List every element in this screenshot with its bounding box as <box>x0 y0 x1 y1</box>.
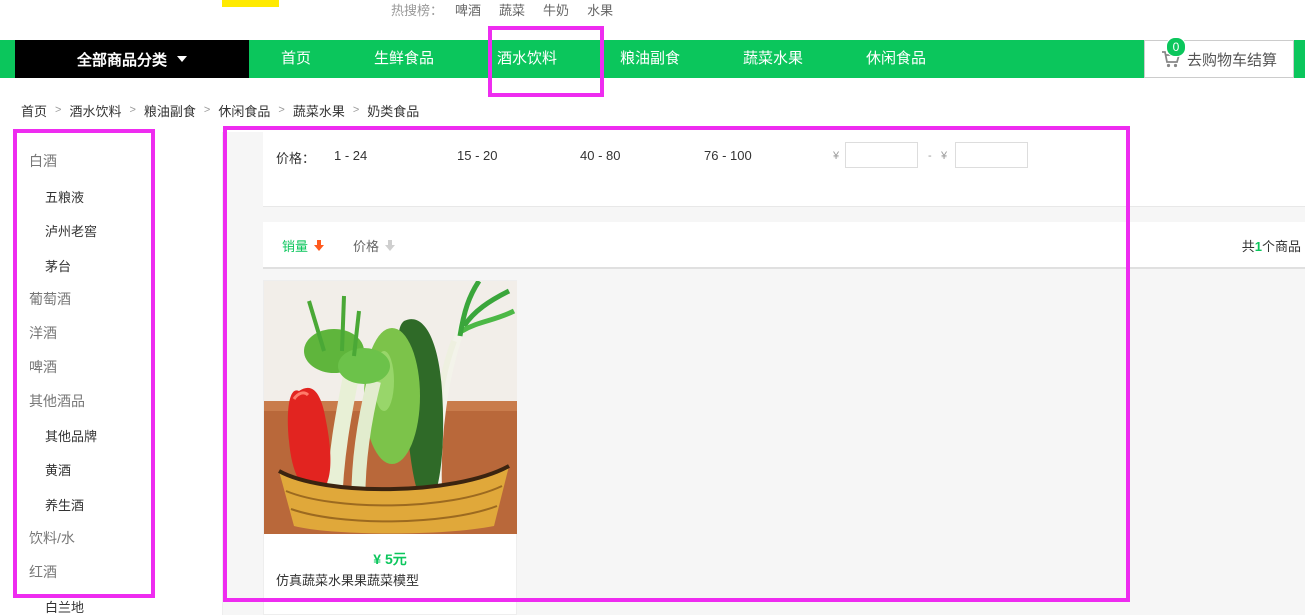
sidebar-subcategory[interactable]: 养生酒 <box>45 495 84 514</box>
sidebar-category[interactable]: 红酒 <box>29 562 57 582</box>
price-filter-panel <box>263 132 1305 207</box>
nav-item-veg-fruit[interactable]: 蔬菜水果 <box>743 40 803 78</box>
breadcrumb-item[interactable]: 休闲食品 <box>218 101 270 120</box>
hot-search-keyword[interactable]: 水果 <box>587 0 613 19</box>
min-price-input[interactable] <box>845 142 918 168</box>
sidebar-subcategory[interactable]: 黄酒 <box>45 460 71 479</box>
sidebar-subcategory[interactable]: 茅台 <box>45 256 71 275</box>
chevron-right-icon: > <box>352 104 360 116</box>
price-range-option[interactable]: 76 - 100 <box>704 148 752 163</box>
price-range-option[interactable]: 40 - 80 <box>580 148 620 163</box>
arrow-down-icon <box>314 239 325 251</box>
currency-symbol: ¥ <box>833 150 840 162</box>
count-prefix: 共 <box>1241 239 1255 254</box>
chevron-right-icon: > <box>278 104 285 116</box>
chevron-right-icon: > <box>55 104 62 116</box>
price-filter-label: 价格： <box>276 151 316 166</box>
product-image[interactable] <box>264 281 517 534</box>
sort-price-label: 价格 <box>353 239 380 254</box>
sidebar-subcategory[interactable]: 五粮液 <box>45 187 84 206</box>
nav-item-snacks[interactable]: 休闲食品 <box>866 40 926 78</box>
breadcrumb-item[interactable]: 酒水饮料 <box>69 101 121 120</box>
sidebar-category[interactable]: 葡萄酒 <box>29 289 71 309</box>
arrow-down-icon <box>385 239 396 251</box>
product-price: ¥ 5元 <box>373 551 407 567</box>
cart-count-badge: 0 <box>1166 37 1186 57</box>
price-range-option[interactable]: 1 - 24 <box>334 148 367 163</box>
hot-search-label: 热搜榜： <box>391 2 444 18</box>
sidebar-subcategory[interactable]: 白兰地 <box>45 597 84 616</box>
caret-down-icon <box>177 56 187 62</box>
count-suffix: 个商品 <box>1261 239 1301 254</box>
sort-by-price[interactable]: 价格 <box>353 236 396 255</box>
range-dash: - <box>928 150 932 162</box>
product-count: 共1个商品 <box>1242 236 1301 255</box>
sort-by-sales[interactable]: 销量 <box>282 236 325 255</box>
chevron-right-icon: > <box>129 104 136 116</box>
breadcrumb-item[interactable]: 粮油副食 <box>144 101 196 120</box>
sidebar-category[interactable]: 饮料/水 <box>29 528 75 548</box>
nav-item-fresh-food[interactable]: 生鲜食品 <box>374 40 434 78</box>
sort-sales-label: 销量 <box>282 239 309 254</box>
sidebar-subcategory[interactable]: 泸州老窖 <box>45 221 97 240</box>
breadcrumb-item[interactable]: 奶类食品 <box>367 101 419 120</box>
logo-fragment <box>222 0 279 7</box>
product-card[interactable]: ¥ 5元 仿真蔬菜水果果蔬菜模型 <box>263 280 517 615</box>
breadcrumb-item[interactable]: 首页 <box>21 101 47 120</box>
count-value: 1 <box>1254 239 1262 254</box>
nav-item-home[interactable]: 首页 <box>281 40 311 78</box>
all-categories-label: 全部商品分类 <box>76 51 167 69</box>
sidebar-category[interactable]: 白酒 <box>29 151 57 171</box>
sidebar-subcategory[interactable]: 其他品牌 <box>45 426 97 445</box>
product-name[interactable]: 仿真蔬菜水果果蔬菜模型 <box>276 570 419 589</box>
sidebar-category[interactable]: 啤酒 <box>29 357 57 377</box>
price-range-option[interactable]: 15 - 20 <box>457 148 497 163</box>
chevron-right-icon: > <box>203 104 211 116</box>
hot-search-keyword[interactable]: 啤酒 <box>455 0 481 19</box>
sort-bar <box>263 222 1305 269</box>
nav-item-drinks[interactable]: 酒水饮料 <box>497 40 557 78</box>
max-price-input[interactable] <box>955 142 1028 168</box>
hot-search: 热搜榜： 啤酒 蔬菜 牛奶 水果 <box>391 0 631 18</box>
breadcrumb: 首页 > 酒水饮料 > 粮油副食 > 休闲食品 > 蔬菜水果 > 奶类食品 <box>21 100 419 120</box>
hot-search-keyword[interactable]: 蔬菜 <box>499 0 525 19</box>
currency-symbol: ¥ <box>941 150 948 162</box>
cart-checkout-label: 去购物车结算 <box>1186 51 1277 69</box>
all-categories-button[interactable]: 全部商品分类 <box>15 40 249 78</box>
hot-search-keyword[interactable]: 牛奶 <box>543 0 569 19</box>
sidebar-category[interactable]: 其他酒品 <box>29 391 85 411</box>
breadcrumb-item[interactable]: 蔬菜水果 <box>293 101 345 120</box>
nav-item-grain-oil[interactable]: 粮油副食 <box>620 40 680 78</box>
sidebar-category[interactable]: 洋酒 <box>29 323 57 343</box>
